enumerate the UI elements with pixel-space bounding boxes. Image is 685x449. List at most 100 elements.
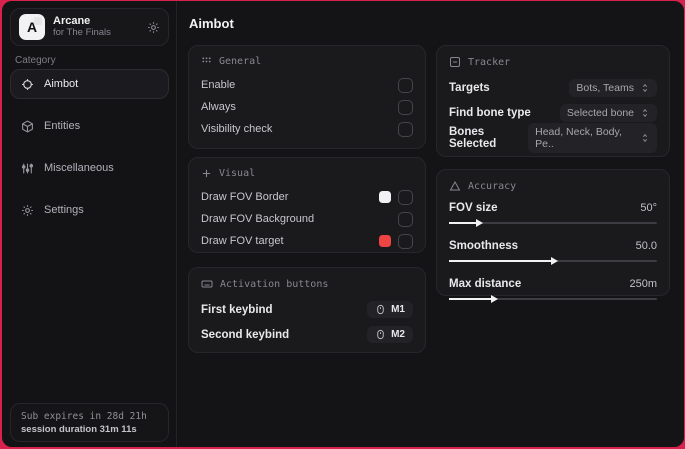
sub-expiry-text: Sub expires in 28d 21h — [21, 410, 147, 422]
gear-icon — [21, 204, 34, 217]
slider-value: 50° — [640, 201, 657, 214]
first-keybind-button[interactable]: M1 — [367, 301, 413, 318]
card-title: Accuracy — [468, 180, 517, 192]
sidebar-item-label: Settings — [44, 204, 84, 216]
dropdown-value: Head, Neck, Body, Pe.. — [535, 125, 622, 150]
sidebar-item-entities[interactable]: Entities — [10, 111, 169, 141]
sidebar: A Arcane for The Finals Category Aimbot … — [2, 1, 177, 447]
second-keybind-button[interactable]: M2 — [367, 326, 413, 343]
keybind-value: M2 — [391, 329, 405, 340]
card-title: Visual — [219, 168, 256, 179]
sidebar-item-label: Entities — [44, 120, 81, 132]
sidebar-item-label: Aimbot — [44, 78, 79, 90]
mouse-icon — [375, 304, 386, 315]
card-title: Activation buttons — [220, 278, 329, 290]
draw-fov-border-checkbox[interactable] — [398, 189, 413, 205]
row-label: Enable — [201, 79, 236, 91]
card-title: Tracker — [468, 56, 511, 68]
slider-row-smoothness: Smoothness 50.0 — [449, 237, 657, 266]
subscription-card: Sub expires in 28d 21h session duration … — [10, 403, 169, 442]
row-label: Draw FOV Border — [201, 191, 289, 203]
slider-fill — [449, 222, 479, 224]
slider-value: 50.0 — [635, 239, 657, 252]
general-card-header: General — [201, 56, 413, 67]
slider-value: 250m — [629, 277, 657, 290]
fov-size-slider[interactable] — [449, 218, 657, 228]
visual-card-header: Visual — [201, 168, 413, 179]
tracker-card: Tracker Targets Bots, Teams Find bone ty… — [436, 45, 670, 157]
main-panel: Aimbot General Enable Always Visibility … — [178, 1, 684, 447]
sidebar-nav: Aimbot Entities Miscellaneous Settings — [10, 69, 169, 237]
toggle-row-always: Always — [201, 96, 413, 118]
session-duration-text: session duration 31m 11s — [21, 423, 137, 435]
row-label: Draw FOV target — [201, 235, 284, 247]
brand-card: A Arcane for The Finals — [10, 8, 169, 46]
toggle-row-draw-fov-border: Draw FOV Border — [201, 186, 413, 208]
draw-fov-target-checkbox[interactable] — [398, 233, 413, 249]
toggle-row-draw-fov-target: Draw FOV target — [201, 230, 413, 252]
activation-card-header: Activation buttons — [201, 278, 413, 290]
toggle-row-visibility-check: Visibility check — [201, 118, 413, 140]
toggle-row-draw-fov-background: Draw FOV Background — [201, 208, 413, 230]
slider-thumb[interactable] — [490, 295, 498, 303]
sidebar-item-label: Miscellaneous — [44, 162, 114, 174]
card-title: General — [219, 56, 262, 67]
slider-fill — [449, 298, 493, 300]
max-distance-slider[interactable] — [449, 294, 657, 304]
sidebar-item-settings[interactable]: Settings — [10, 195, 169, 225]
sparkle-icon — [201, 168, 212, 179]
enable-checkbox[interactable] — [398, 77, 413, 93]
find-bone-type-dropdown[interactable]: Selected bone — [559, 103, 657, 122]
activation-card: Activation buttons First keybind M1 Seco… — [188, 267, 426, 353]
accuracy-card-header: Accuracy — [449, 180, 657, 192]
mouse-icon — [375, 329, 386, 340]
sort-arrows-icon — [640, 108, 650, 118]
keybind-row-second: Second keybind M2 — [201, 322, 413, 347]
tracker-row-find-bone-type: Find bone type Selected bone — [449, 100, 657, 125]
accuracy-card: Accuracy FOV size 50° Smoothness 50.0 Ma… — [436, 169, 670, 303]
tracker-row-targets: Targets Bots, Teams — [449, 75, 657, 100]
row-label: Bones Selected — [449, 125, 497, 150]
slider-thumb[interactable] — [551, 257, 558, 265]
targets-dropdown[interactable]: Bots, Teams — [569, 78, 657, 97]
app-logo: A — [19, 14, 45, 40]
keyboard-icon — [201, 278, 213, 290]
row-label: Max distance — [449, 277, 522, 290]
gear-icon[interactable] — [147, 21, 160, 34]
row-label: Visibility check — [201, 123, 273, 135]
fov-target-color-swatch[interactable] — [379, 235, 391, 247]
slider-thumb[interactable] — [476, 219, 484, 227]
brand-name: Arcane — [53, 15, 91, 28]
keybind-row-first: First keybind M1 — [201, 297, 413, 322]
row-label: Smoothness — [449, 239, 519, 252]
visual-card: Visual Draw FOV Border Draw FOV Backgrou… — [188, 157, 426, 253]
slider-row-max-distance: Max distance 250m — [449, 275, 657, 304]
sliders-icon — [21, 162, 34, 175]
sort-arrows-icon — [640, 133, 650, 143]
category-label: Category — [15, 55, 56, 66]
keybind-value: M1 — [391, 304, 405, 315]
page-title: Aimbot — [189, 16, 234, 31]
dropdown-value: Selected bone — [566, 106, 634, 119]
smoothness-slider[interactable] — [449, 256, 657, 266]
visibility-check-checkbox[interactable] — [398, 121, 413, 137]
grid-icon — [201, 56, 212, 67]
draw-fov-background-checkbox[interactable] — [398, 211, 413, 227]
tracker-card-header: Tracker — [449, 56, 657, 68]
sidebar-item-aimbot[interactable]: Aimbot — [10, 69, 169, 99]
dropdown-value: Bots, Teams — [576, 81, 634, 94]
fov-border-color-swatch[interactable] — [379, 191, 391, 203]
tracker-row-bones-selected: Bones Selected Head, Neck, Body, Pe.. — [449, 122, 657, 153]
row-label: Draw FOV Background — [201, 213, 315, 225]
bones-selected-dropdown[interactable]: Head, Neck, Body, Pe.. — [528, 122, 657, 153]
crosshair-icon — [21, 78, 34, 91]
row-label: Second keybind — [201, 328, 290, 341]
app-window: A Arcane for The Finals Category Aimbot … — [2, 1, 684, 447]
general-card: General Enable Always Visibility check — [188, 45, 426, 149]
brand-text: Arcane for The Finals — [53, 15, 139, 39]
row-label: Always — [201, 101, 236, 113]
always-checkbox[interactable] — [398, 99, 413, 115]
toggle-row-enable: Enable — [201, 74, 413, 96]
sidebar-item-miscellaneous[interactable]: Miscellaneous — [10, 153, 169, 183]
row-label: Find bone type — [449, 106, 531, 119]
